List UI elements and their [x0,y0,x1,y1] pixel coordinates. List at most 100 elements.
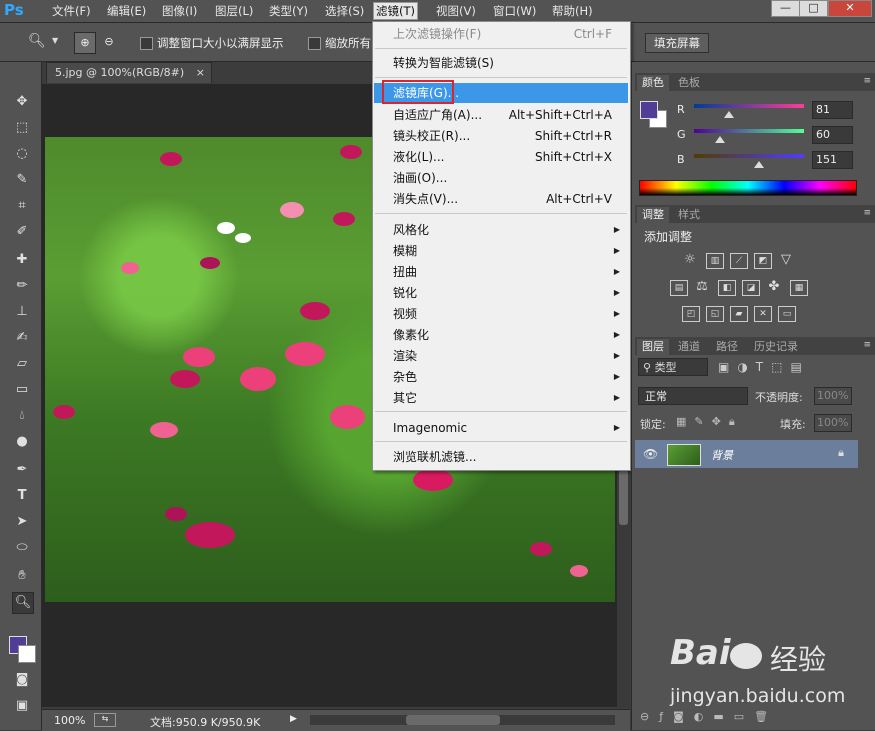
layer-filter-select[interactable]: ⚲ 类型 [638,358,708,376]
b-value-field[interactable]: 151 [812,151,853,169]
resize-window-checkbox[interactable] [140,37,153,50]
menu-help[interactable]: 帮助(H) [550,3,595,19]
eyedropper-tool-icon[interactable]: ✐ [12,222,32,242]
menu-window[interactable]: 窗口(W) [491,3,538,19]
menu-item-sharpen[interactable]: 锐化 ▶ [393,283,628,303]
zoom-all-checkbox[interactable] [308,37,321,50]
quick-select-tool-icon[interactable]: ✎ [12,170,32,190]
lock-icons[interactable]: ▦✎✥🔒︎ [676,415,743,429]
gradient-map-icon[interactable]: ▭ [778,306,796,322]
menu-filter[interactable]: 滤镜(T) [373,2,418,20]
crop-tool-icon[interactable]: ⌗ [12,196,32,216]
eye-visibility-icon[interactable]: 👁︎ [643,447,658,461]
threshold-icon[interactable]: ▰ [730,306,748,322]
g-slider-thumb[interactable] [714,136,725,143]
close-icon[interactable]: × [196,63,205,83]
zoom-out-icon[interactable]: ⊖ [99,32,119,52]
menu-item-other[interactable]: 其它 ▶ [393,388,628,408]
tab-channels[interactable]: 通道 [673,339,705,355]
menu-item-stylize[interactable]: 风格化 ▶ [393,220,628,240]
hue-saturation-icon[interactable]: ▤ [670,280,688,296]
menu-item-distort[interactable]: 扭曲 ▶ [393,262,628,282]
zoom-level[interactable]: 100% [54,714,85,727]
b-slider-thumb[interactable] [754,161,765,168]
foreground-color-swatch[interactable] [640,101,658,119]
tab-styles[interactable]: 样式 [673,207,705,223]
menu-select[interactable]: 选择(S) [323,3,366,19]
menu-item-adaptive-wide-angle[interactable]: 自适应广角(A)... Alt+Shift+Ctrl+A [393,105,628,125]
brightness-contrast-icon[interactable]: ☼ [682,253,698,267]
posterize-icon[interactable]: ◱ [706,306,724,322]
history-brush-icon[interactable]: ✍ [12,328,32,348]
photo-filter-icon[interactable]: ◪ [742,280,760,296]
menu-item-oil-paint[interactable]: 油画(O)... [393,168,628,188]
brush-tool-icon[interactable]: ✏ [12,276,32,296]
marquee-tool-icon[interactable]: ⬚ [12,118,32,138]
zoom-tool-active-icon[interactable]: 🔍︎ [12,592,34,614]
layer-name[interactable]: 背景 [711,447,733,463]
vibrance-icon[interactable]: ▽ [778,253,794,267]
tab-paths[interactable]: 路径 [711,339,743,355]
scrollbar-thumb[interactable] [619,470,628,525]
menu-image[interactable]: 图像(I) [160,3,199,19]
document-tab[interactable]: 5.jpg @ 100%(RGB/8#) × [46,62,212,83]
b-slider-track[interactable] [694,154,804,158]
menu-item-blur[interactable]: 模糊 ▶ [393,241,628,261]
layer-row-background[interactable]: 👁︎ 背景 🔒︎ [635,440,858,468]
channel-mixer-icon[interactable]: ✤ [766,280,782,294]
menu-item-imagenomic[interactable]: Imagenomic ▶ [393,418,628,438]
menu-item-noise[interactable]: 杂色 ▶ [393,367,628,387]
minimize-button[interactable]: — [771,0,800,17]
shape-tool-icon[interactable]: ⬭ [12,538,32,558]
quick-mask-icon[interactable]: ◙ [12,670,32,690]
black-white-icon[interactable]: ◧ [718,280,736,296]
g-slider-track[interactable] [694,129,804,133]
panel-menu-icon[interactable]: ≡ [863,208,871,218]
selective-color-icon[interactable]: ✕ [754,306,772,322]
panel-menu-icon[interactable]: ≡ [863,340,871,350]
move-tool-icon[interactable]: ✥ [12,92,32,112]
menu-item-smart-filter[interactable]: 转换为智能滤镜(S) [393,53,628,73]
menu-type[interactable]: 类型(Y) [267,3,310,19]
menu-item-render[interactable]: 渲染 ▶ [393,346,628,366]
pen-tool-icon[interactable]: ✒ [12,460,32,480]
tab-swatches[interactable]: 色板 [673,75,705,91]
r-slider-track[interactable] [694,104,804,108]
g-value-field[interactable]: 60 [812,126,853,144]
maximize-button[interactable]: □ [799,0,828,17]
color-lookup-icon[interactable]: ▦ [790,280,808,296]
menu-item-video[interactable]: 视频 ▶ [393,304,628,324]
invert-icon[interactable]: ◰ [682,306,700,322]
fill-screen-button[interactable]: 填充屏幕 [645,33,709,53]
type-tool-icon[interactable]: T [12,486,32,506]
close-button[interactable]: ✕ [828,0,872,17]
eraser-tool-icon[interactable]: ▱ [12,354,32,374]
blur-tool-icon[interactable]: 💧︎ [12,406,32,426]
curves-icon[interactable]: ⟋ [730,253,748,269]
exposure-icon[interactable]: ◩ [754,253,772,269]
chevron-down-icon[interactable]: ▼ [52,36,58,45]
screen-mode-icon[interactable]: ▣ [12,696,32,716]
path-select-icon[interactable]: ➤ [12,512,32,532]
menu-item-liquify[interactable]: 液化(L)... Shift+Ctrl+X [393,147,628,167]
menu-file[interactable]: 文件(F) [50,3,93,19]
fill-field[interactable]: 100% [814,414,852,432]
menu-item-last-filter[interactable]: 上次滤镜操作(F) Ctrl+F [393,24,628,44]
tab-adjustments[interactable]: 调整 [637,207,669,223]
menu-item-vanishing-point[interactable]: 消失点(V)... Alt+Ctrl+V [393,189,628,209]
r-value-field[interactable]: 81 [812,101,853,119]
hand-tool-icon[interactable]: ✋︎ [12,566,32,586]
menu-item-browse-online[interactable]: 浏览联机滤镜... [393,447,628,467]
menu-item-lens-correction[interactable]: 镜头校正(R)... Shift+Ctrl+R [393,126,628,146]
background-color-swatch[interactable] [18,645,36,663]
menu-edit[interactable]: 编辑(E) [105,3,148,19]
color-balance-icon[interactable]: ⚖ [694,280,710,294]
zoom-tool-icon[interactable]: 🔍︎ [28,33,46,49]
horizontal-scrollbar-thumb[interactable] [406,715,500,725]
share-icon[interactable]: ⇆ [94,713,116,727]
lasso-tool-icon[interactable]: ◌ [12,144,32,164]
levels-icon[interactable]: ▥ [706,253,724,269]
layer-filter-icons[interactable]: ▣◑T⬚▤ [718,360,810,374]
tab-history[interactable]: 历史记录 [749,339,803,355]
menu-layer[interactable]: 图层(L) [213,3,255,19]
